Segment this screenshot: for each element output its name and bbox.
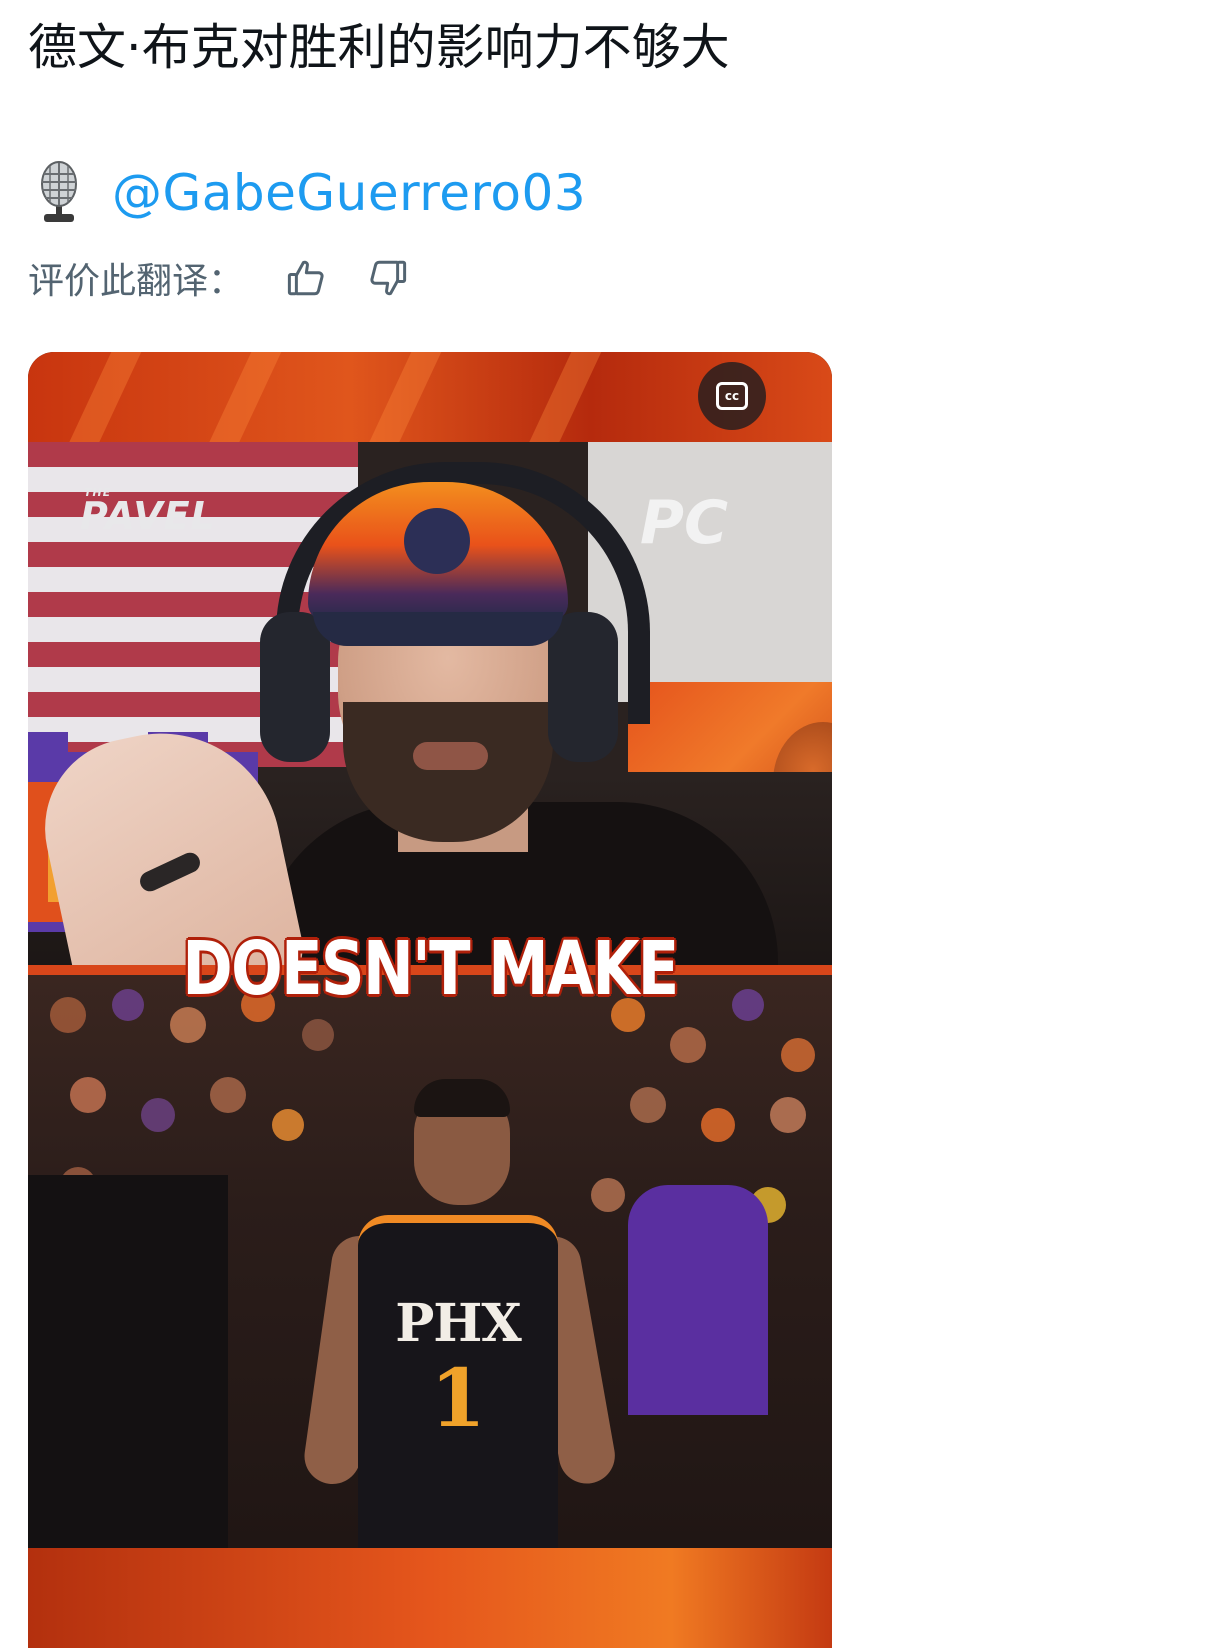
suns-logo-icon [404,508,470,574]
devin-booker: PHX 1 [300,1079,620,1548]
suns-jersey: PHX 1 [358,1215,558,1548]
video-bottom-band [28,1548,832,1648]
video-caption: DOESN'T MAKE [182,926,679,1012]
bench-players [28,1175,228,1548]
mention-link[interactable]: @GabeGuerrero03 [112,164,586,222]
fan-in-purple [628,1185,768,1415]
video-player[interactable]: THE PAVEL PC cc PHX 1 DOESN'T MAKE [28,352,832,1648]
tweet-page: 德文·布克对胜利的影响力不够大 @GabeGuerrero03 评价此翻译： T… [0,0,1206,1648]
thumbs-down-icon [370,260,407,296]
mention-row: @GabeGuerrero03 [36,158,586,228]
thumbs-up-button[interactable] [282,254,330,302]
post-text: 德文·布克对胜利的影响力不够大 [28,19,730,76]
arena-frame: PHX 1 [28,975,832,1548]
pc-logo: PC [640,488,729,558]
thumbs-down-button[interactable] [364,254,412,302]
rate-translation-label: 评价此翻译： [28,261,245,302]
studio-microphone-icon [36,160,82,226]
thumbs-up-icon [287,260,324,296]
translation-rating: 评价此翻译： [28,250,412,306]
the-panel-logo: THE PAVEL [80,486,216,538]
closed-captions-icon: cc [716,382,748,410]
closed-captions-button[interactable]: cc [698,362,766,430]
